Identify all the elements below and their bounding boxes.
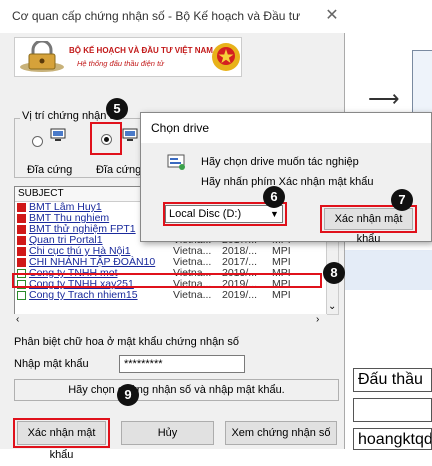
password-label: Nhập mật khẩu — [14, 358, 89, 370]
drive-instruction-2: Hãy nhấn phím Xác nhận mật khẩu — [201, 176, 374, 188]
background-field-dauthau[interactable]: Đấu thầu — [353, 368, 432, 392]
drive-instruction-1: Hãy chọn drive muốn tác nghiệp — [201, 156, 359, 168]
step-badge-6: 6 — [263, 186, 285, 208]
cert-subject: Cong ty Trach nhiem15 — [29, 289, 138, 301]
cert-issuer: Vietna... — [173, 289, 212, 301]
background-field-empty[interactable] — [353, 398, 432, 422]
list-horizontal-scrollbar[interactable]: ‹ › — [14, 314, 327, 327]
scroll-down-icon[interactable]: ⌄ — [328, 302, 336, 312]
chevron-down-icon[interactable]: ▼ — [270, 206, 279, 222]
radio-label-harddisk: Đĩa cứng — [27, 164, 73, 176]
invalid-cert-icon — [17, 247, 26, 256]
status-message-box: Hãy chọn chứng nhận số và nhập mật khẩu. — [14, 379, 339, 401]
view-certificate-button[interactable]: Xem chứng nhận số — [225, 421, 337, 445]
banner-title: BỘ KẾ HOẠCH VÀ ĐẦU TƯ VIỆT NAM — [69, 46, 213, 55]
removable-disk-icon — [122, 128, 138, 141]
scroll-left-icon[interactable]: ‹ — [16, 314, 19, 325]
cancel-button[interactable]: Hủy — [121, 421, 214, 445]
list-item[interactable]: Cong ty Trach nhiem15 Vietna... 2019/... MP… — [15, 290, 326, 301]
cert-org: MPI — [272, 289, 291, 301]
cert-date: 2019/... — [222, 289, 258, 301]
invalid-cert-icon — [17, 225, 26, 234]
invalid-cert-icon — [17, 258, 26, 267]
select-drive-dialog: Chọn drive Hãy chọn drive muốn tác nghiệ… — [140, 112, 432, 245]
radio-removable-disk[interactable] — [101, 134, 112, 145]
invalid-cert-icon — [17, 214, 26, 223]
step-badge-7: 7 — [391, 189, 413, 211]
national-emblem-icon — [212, 43, 240, 71]
step-badge-9: 9 — [117, 384, 139, 406]
close-icon[interactable]: ✕ — [324, 8, 340, 24]
ministry-banner: BỘ KẾ HOẠCH VÀ ĐẦU TƯ VIỆT NAM Hệ thống … — [14, 37, 242, 77]
step-badge-8: 8 — [323, 262, 345, 284]
radio-harddisk[interactable] — [32, 136, 43, 147]
highlight-box-step9 — [13, 418, 110, 448]
drive-select[interactable]: Local Disc (D:) ▼ — [165, 205, 283, 223]
dialog-title: Cơ quan cấp chứng nhận số - Bộ Kế hoạch … — [0, 0, 345, 33]
drive-settings-icon — [167, 154, 185, 170]
drive-select-value: Local Disc (D:) — [169, 208, 242, 220]
highlight-box-step8 — [12, 273, 322, 288]
invalid-cert-icon — [17, 203, 26, 212]
computer-icon — [50, 128, 66, 141]
status-message: Hãy chọn chứng nhận số và nhập mật khẩu. — [68, 384, 285, 396]
padlock-icon — [20, 41, 64, 72]
case-sensitive-note: Phân biệt chữ hoa ở mật khẩu chứng nhận … — [14, 336, 239, 348]
password-field[interactable] — [119, 355, 245, 373]
drive-dialog-title: Chọn drive — [141, 113, 431, 143]
background-strip — [345, 250, 432, 290]
valid-cert-icon — [17, 291, 26, 300]
column-header-subject[interactable]: SUBJECT — [18, 187, 64, 201]
banner-subtitle: Hệ thống đấu thầu điện tử — [77, 59, 164, 68]
arrow-right-icon: ⟶ — [368, 86, 400, 111]
background-field-username[interactable]: hoangktqd9 — [353, 428, 432, 450]
scroll-right-icon[interactable]: › — [316, 314, 319, 325]
invalid-cert-icon — [17, 236, 26, 245]
step-badge-5: 5 — [106, 98, 128, 120]
